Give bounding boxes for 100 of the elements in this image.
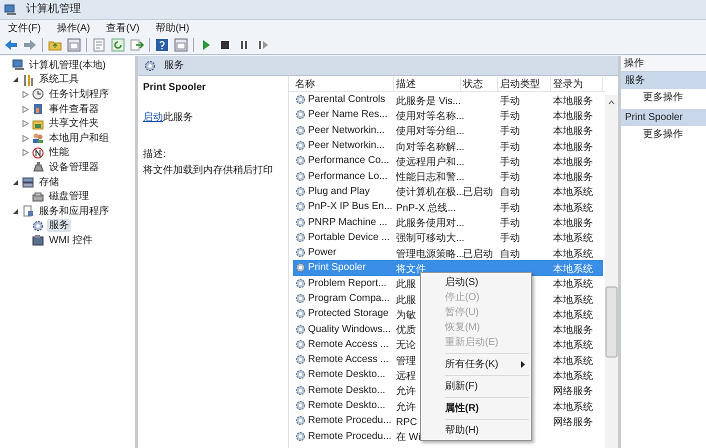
service-name: Parental Controls [308, 93, 386, 108]
forward-arrow-icon[interactable] [23, 38, 37, 52]
description-text: 将文件加载到内存供稍后打印 [143, 164, 274, 178]
scrollbar-drawing[interactable] [605, 95, 618, 448]
collapse-triangle-icon[interactable] [12, 178, 19, 186]
service-name: PNRP Machine ... [308, 216, 388, 230]
logon-account: 本地系统 [553, 233, 593, 244]
console-tree-icon[interactable] [67, 38, 81, 52]
actions-section-header[interactable]: Print Spooler [621, 109, 706, 126]
gear-icon [295, 124, 306, 136]
tree-item[interactable]: 服务 [47, 219, 71, 232]
menu-item[interactable]: 帮助(H) [421, 423, 531, 438]
expand-triangle-icon[interactable] [22, 90, 29, 98]
export-list-icon[interactable] [130, 38, 144, 52]
gear-icon [295, 400, 306, 412]
service-name: Remote Procedu... [308, 430, 392, 444]
stop-icon[interactable] [218, 38, 232, 52]
logon-account: 本地服务 [553, 172, 593, 184]
refresh-icon[interactable] [111, 38, 125, 52]
gear-icon [295, 338, 306, 350]
server-icon [32, 234, 44, 246]
startup-type: 手动 [500, 156, 520, 168]
back-arrow-icon[interactable] [4, 38, 18, 52]
logon-account: 网络服务 [553, 386, 593, 398]
tree-item[interactable]: 系统工具 [37, 73, 81, 86]
help-icon[interactable] [155, 38, 169, 52]
menu-item[interactable]: 启动(S) [421, 275, 531, 290]
restart-icon[interactable] [256, 38, 270, 52]
tree-item[interactable]: 性能 [47, 146, 71, 160]
service-description: 此服务使用对... [396, 218, 464, 230]
startup-type: 手动 [500, 172, 520, 184]
service-description: 在 Wi [396, 432, 420, 444]
tree-item[interactable]: 磁盘管理 [47, 190, 91, 204]
column-header[interactable]: 登录为 [551, 76, 603, 92]
startup-type: 自动 [500, 248, 520, 260]
collapse-triangle-icon[interactable] [12, 208, 19, 215]
startup-type: 手动 [500, 96, 520, 107]
logon-account: 本地系统 [553, 264, 593, 275]
service-description: 为敏 [396, 310, 416, 321]
properties-icon[interactable] [92, 38, 106, 52]
action-link[interactable]: 更多操作 [621, 126, 706, 142]
service-name: Power [308, 246, 336, 260]
actions-title: 操作 [621, 56, 706, 72]
console-view-icon[interactable] [174, 38, 188, 52]
menu-item[interactable]: 文件(F) [4, 20, 45, 36]
service-name: Remote Deskto... [308, 399, 386, 414]
startup-type: 手动 [500, 142, 520, 153]
service-status: 已启动 [463, 187, 493, 198]
expand-triangle-icon[interactable] [22, 134, 29, 142]
column-header[interactable]: 状态 [461, 76, 498, 92]
gear-icon [295, 369, 306, 380]
tree-item[interactable]: 设备管理器 [47, 160, 101, 174]
service-name: Remote Access ... [308, 353, 389, 368]
tree-item[interactable]: 事件查看器 [47, 102, 101, 116]
gear-icon [144, 60, 156, 72]
logon-account: 本地系统 [553, 402, 593, 413]
service-name: Quality Windows... [308, 322, 391, 337]
start-link[interactable]: 启动 [143, 112, 163, 123]
tree-item[interactable]: 计算机管理(本地) [27, 58, 108, 72]
menu-item[interactable]: 刷新(F) [421, 379, 531, 394]
expand-triangle-icon[interactable] [22, 149, 29, 156]
tree-item[interactable]: 存储 [37, 176, 61, 189]
expand-triangle-icon[interactable] [22, 120, 29, 128]
column-header[interactable]: 启动类型 [498, 76, 551, 92]
service-description: 管理 [396, 356, 416, 367]
gear-icon [295, 278, 306, 289]
startup-type: 手动 [500, 126, 520, 138]
gear-icon [295, 415, 306, 426]
menu-item[interactable]: 属性(R) [421, 401, 531, 416]
logon-account: 本地系统 [553, 202, 593, 214]
tree-item[interactable]: 共享文件夹 [47, 117, 101, 130]
menu-item[interactable]: 帮助(H) [151, 20, 194, 36]
service-name: Print Spooler [308, 261, 366, 276]
gear-icon [295, 247, 306, 258]
menu-item[interactable]: 所有任务(K) [421, 357, 531, 372]
menu-item[interactable]: 操作(A) [52, 20, 94, 36]
gear-icon [295, 430, 306, 442]
column-header[interactable]: 名称 [293, 76, 394, 92]
logon-account: 本地系统 [553, 187, 593, 198]
service-description: 使远程用户和... [396, 156, 464, 168]
logon-account: 本地系统 [553, 279, 593, 290]
gear-icon [295, 232, 306, 243]
menu-item[interactable]: 查看(V) [102, 20, 144, 36]
collapse-triangle-icon[interactable] [12, 76, 19, 84]
action-link[interactable]: 更多操作 [621, 89, 706, 105]
startup-type: 手动 [500, 233, 520, 244]
actions-section-header[interactable]: 服务 [621, 72, 706, 89]
drives-icon [22, 176, 34, 188]
description-label: 描述: [143, 148, 167, 162]
expand-triangle-icon[interactable] [22, 106, 29, 113]
service-description: 优质 [396, 325, 416, 336]
tree-item[interactable]: 本地用户和组 [47, 132, 111, 145]
tree-item[interactable]: 服务和应用程序 [37, 204, 111, 218]
service-name: Peer Networkin... [308, 124, 385, 138]
column-header[interactable]: 描述 [394, 76, 461, 92]
startup-type: 手动 [500, 202, 520, 214]
tree-item[interactable]: 任务计划程序 [47, 88, 111, 101]
tree-item[interactable]: WMI 控件 [47, 234, 94, 247]
service-description: 此服务是 Vis... [396, 96, 461, 107]
application-icon [22, 205, 34, 218]
